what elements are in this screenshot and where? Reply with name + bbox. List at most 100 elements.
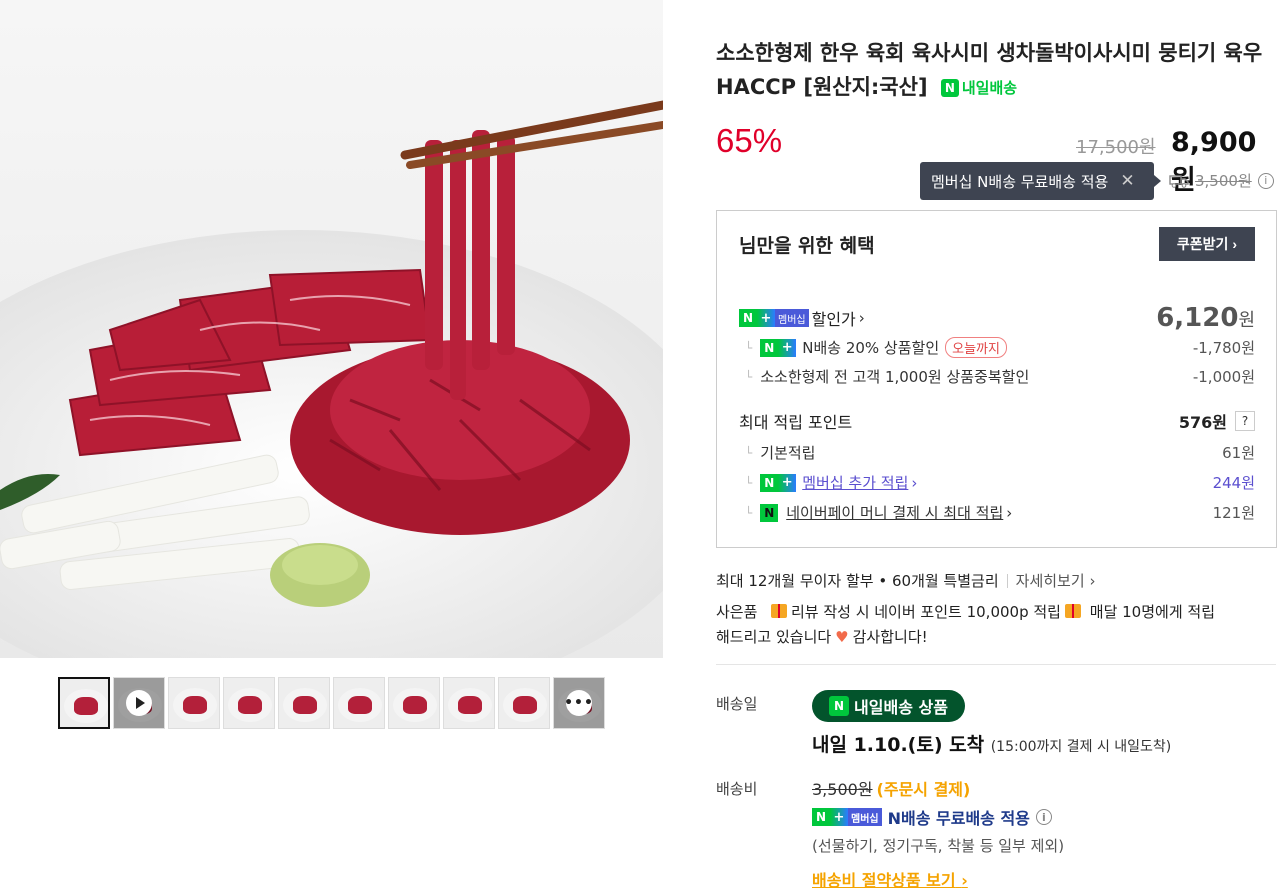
discount-item-label: 소소한형제 전 고객 1,000원 상품중복할인 xyxy=(760,368,1030,386)
points-total-row: 최대 적립 포인트 576원 ? xyxy=(739,409,1255,433)
branch-icon: └ xyxy=(745,475,753,490)
n-icon: N xyxy=(812,808,830,826)
points-item-value: 121원 xyxy=(1212,504,1255,522)
discount-item-value: -1,000원 xyxy=(1192,368,1255,386)
discount-item-label: N배송 20% 상품할인 xyxy=(802,339,940,357)
plus-icon: + xyxy=(778,473,797,492)
tomorrow-delivery-product-badge: N 내일배송 상품 xyxy=(812,690,965,722)
thumbnail-more[interactable]: ••• xyxy=(553,677,605,729)
points-item-value: 244원 xyxy=(1212,474,1255,492)
thumbnail-1[interactable] xyxy=(58,677,110,729)
installment-more-link[interactable]: 자세히보기 › xyxy=(1016,570,1096,591)
product-title: 소소한형제 한우 육회 육사시미 생차돌박이사시미 뭉티기 육우 HACCP [… xyxy=(716,36,1280,105)
thumbnail-5[interactable] xyxy=(278,677,330,729)
branch-icon: └ xyxy=(745,340,753,355)
thumbnail-6[interactable] xyxy=(333,677,385,729)
tomorrow-delivery-label: 내일배송 xyxy=(961,79,1018,97)
today-only-pill: 오늘까지 xyxy=(945,337,1007,358)
chevron-right-icon: › xyxy=(961,871,968,890)
shipping-saver-link[interactable]: 배송비 절약상품 보기 › xyxy=(812,867,968,891)
gift-prefix: 사은품 xyxy=(716,603,758,621)
chevron-right-icon: › xyxy=(911,473,918,492)
info-icon[interactable]: i xyxy=(1257,172,1274,189)
thumbnail-4[interactable] xyxy=(223,677,275,729)
play-icon xyxy=(126,690,152,716)
installment-text: 최대 12개월 무이자 할부 • 60개월 특별금리 xyxy=(716,572,999,590)
chevron-right-icon: › xyxy=(1232,236,1238,252)
free-shipping-row: N + 멤버십 N배송 무료배송 적용 i xyxy=(812,805,1052,829)
membership-badge: 멤버십 xyxy=(848,808,882,826)
shipping-fee: 3,500원 (주문시 결제) xyxy=(812,776,970,800)
naverpay-points-link[interactable]: 네이버페이 머니 결제 시 최대 적립 xyxy=(786,502,1003,523)
thumbnail-video[interactable] xyxy=(113,677,165,729)
discount-price-unit: 원 xyxy=(1238,310,1255,331)
shipping-exclusion-note: (선물하기, 정기구독, 착불 등 일부 제외) xyxy=(812,837,1065,855)
heart-icon: ♥ xyxy=(835,628,849,646)
arrival-info: 내일 1.10.(토) 도착 (15:00까지 결제 시 내일도착) xyxy=(812,730,1171,757)
installment-info: 최대 12개월 무이자 할부 • 60개월 특별금리 자세히보기 › xyxy=(716,570,1095,591)
points-item-value: 61원 xyxy=(1222,444,1255,462)
discount-item-value: -1,780원 xyxy=(1192,339,1255,357)
arrival-note: (15:00까지 결제 시 내일도착) xyxy=(990,739,1172,755)
shipping-fee-summary: 3,500원 i xyxy=(1169,170,1274,191)
chevron-right-icon: › xyxy=(1089,572,1096,590)
n-icon: N xyxy=(760,473,779,492)
membership-discount-row[interactable]: N + 멤버십 할인가 › 6,120원 xyxy=(739,303,1255,333)
coupon-button-label: 쿠폰받기 xyxy=(1176,236,1229,252)
installment-more-label: 자세히보기 xyxy=(1015,572,1085,590)
tooltip-text: 멤버십 N배송 무료배송 적용 xyxy=(931,172,1109,191)
shipping-saver-label: 배송비 절약상품 보기 xyxy=(812,871,956,890)
close-icon[interactable]: ✕ xyxy=(1120,171,1134,191)
plus-icon: + xyxy=(757,309,775,327)
benefit-box: 님만을 위한 혜택 쿠폰받기 › N + 멤버십 할인가 › 6,120원 └ N + N… xyxy=(716,210,1277,548)
thumbnail-9[interactable] xyxy=(498,677,550,729)
divider xyxy=(716,664,1276,665)
branch-icon: └ xyxy=(745,445,753,460)
discount-price: 6,120원 xyxy=(1156,303,1255,333)
branch-icon: └ xyxy=(745,369,753,384)
branch-icon: └ xyxy=(745,505,753,520)
chevron-right-icon: › xyxy=(1006,503,1013,522)
points-title: 최대 적립 포인트 xyxy=(739,413,853,432)
membership-badge: 멤버십 xyxy=(775,309,809,327)
gift-info: 사은품 리뷰 작성 시 네이버 포인트 10,000p 적립 매달 10명에게 … xyxy=(716,600,1280,650)
points-item-label: 기본적립 xyxy=(760,444,816,462)
n-icon: N xyxy=(739,309,757,327)
naverpay-icon: N xyxy=(760,503,779,522)
free-shipping-tooltip: 멤버십 N배송 무료배송 적용 ✕ xyxy=(920,162,1161,200)
membership-points-link[interactable]: 멤버십 추가 적립 xyxy=(802,472,908,493)
chevron-right-icon: › xyxy=(858,309,865,327)
gift-icon xyxy=(770,604,787,618)
info-icon[interactable]: i xyxy=(1035,809,1052,825)
n-delivery-icon: N xyxy=(829,696,850,716)
gift-text-2: 매달 10명에게 적립 xyxy=(1089,603,1215,621)
product-main-image[interactable] xyxy=(0,0,663,658)
gift-text-3: 해드리고 있습니다 xyxy=(716,628,832,646)
discount-price-value: 6,120 xyxy=(1156,303,1239,333)
thumbnail-3[interactable] xyxy=(168,677,220,729)
shipping-fee-label: 배송비 xyxy=(716,780,758,798)
points-basic-row: └ 기본적립 61원 xyxy=(739,442,1255,463)
discount-rate: 65% xyxy=(716,122,783,159)
gift-text-4: 감사합니다! xyxy=(852,628,928,646)
gift-icon xyxy=(1064,604,1081,618)
coupon-button[interactable]: 쿠폰받기 › xyxy=(1159,227,1255,261)
points-membership-row: └ N + 멤버십 추가 적립 › 244원 xyxy=(739,472,1255,493)
thumbnail-8[interactable] xyxy=(443,677,495,729)
thumbnail-strip: ••• xyxy=(58,677,605,729)
truck-icon xyxy=(1169,174,1189,188)
benefit-title: 님만을 위한 혜택 xyxy=(739,235,875,257)
shipping-fee-note: (주문시 결제) xyxy=(876,780,971,799)
tomorrow-delivery-badge: N 내일배송 xyxy=(940,71,1018,105)
n-delivery-discount-row: └ N + N배송 20% 상품할인 오늘까지 -1,780원 xyxy=(739,337,1255,358)
more-icon: ••• xyxy=(564,690,593,716)
points-total: 576원 xyxy=(1178,413,1227,432)
store-discount-row: └ 소소한형제 전 고객 1,000원 상품중복할인 -1,000원 xyxy=(739,366,1255,387)
gift-text-1: 리뷰 작성 시 네이버 포인트 10,000p 적립 xyxy=(790,603,1061,621)
shipping-fee-amount: 3,500원 xyxy=(812,780,873,799)
free-shipping-text: N배송 무료배송 적용 xyxy=(887,809,1030,828)
points-npay-row: └ N 네이버페이 머니 결제 시 최대 적립 › 121원 xyxy=(739,502,1255,523)
n-delivery-icon: N xyxy=(940,79,959,97)
thumbnail-7[interactable] xyxy=(388,677,440,729)
help-icon[interactable]: ? xyxy=(1235,411,1255,431)
